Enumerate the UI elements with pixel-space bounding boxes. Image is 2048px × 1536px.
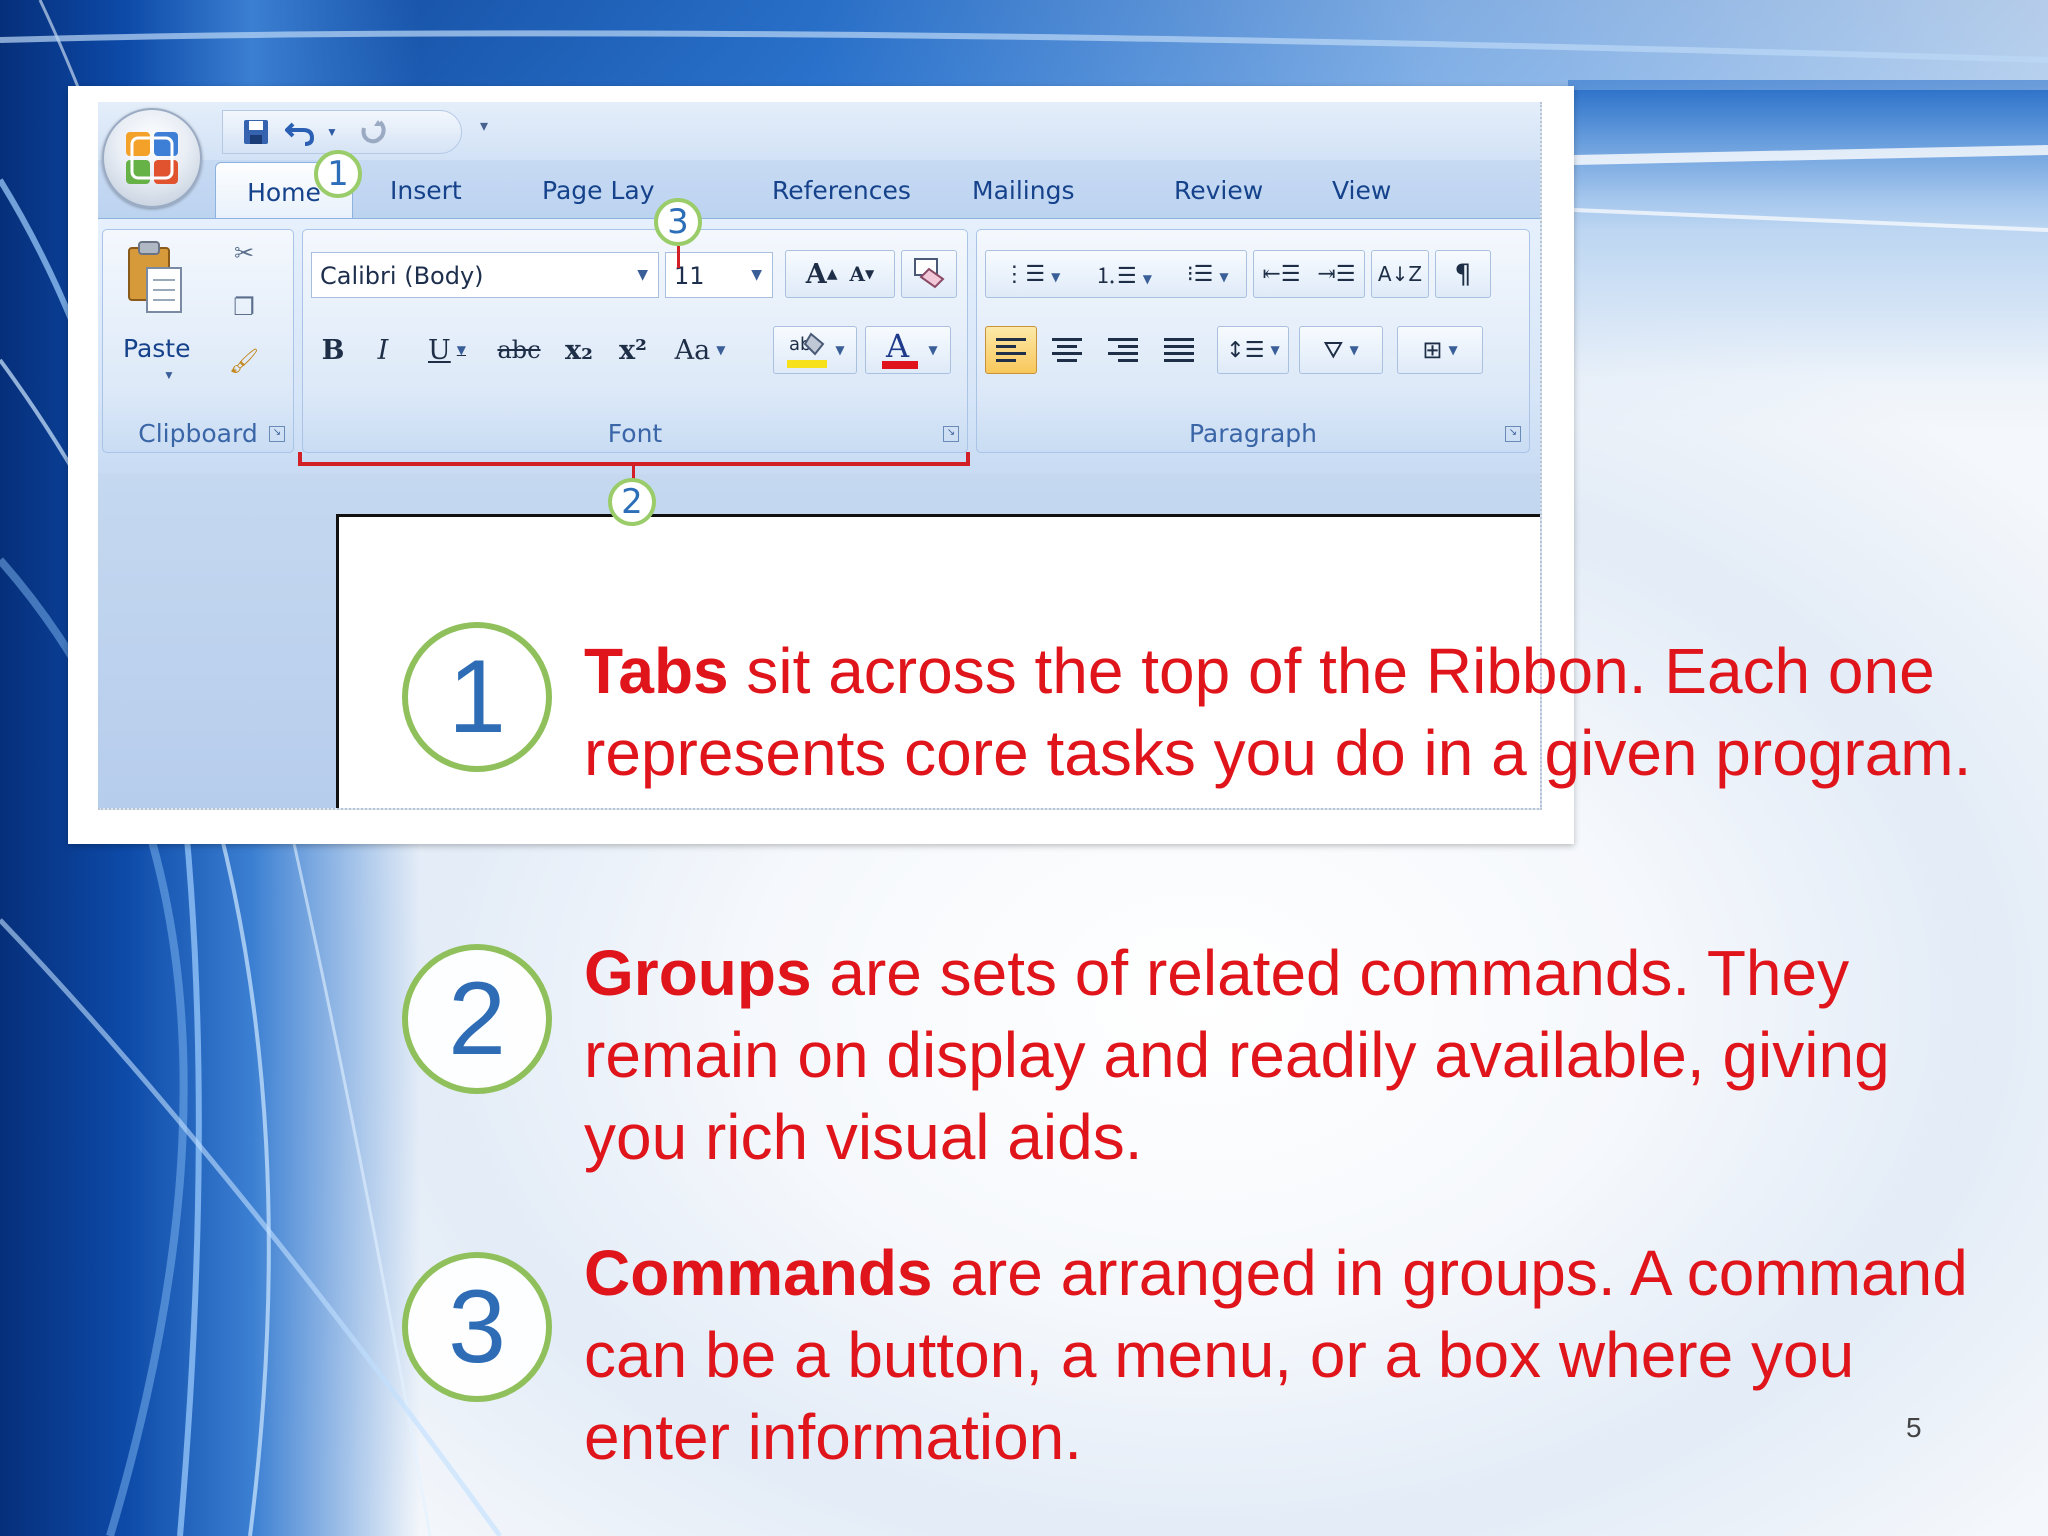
font-group: Calibri (Body) ▼ 11 ▼ A ▲ A ▼ B I U ▼ abc — [302, 229, 968, 453]
highlight-button[interactable]: ab ▼ — [773, 326, 857, 374]
grow-shrink-font-buttons: A ▲ A ▼ — [785, 250, 895, 298]
tab-references[interactable]: References — [772, 176, 911, 205]
borders-icon[interactable]: ⊞ ▼ — [1397, 326, 1483, 374]
callout-1: 1 — [314, 150, 362, 198]
undo-icon[interactable] — [285, 117, 315, 147]
item-2-number: 2 — [402, 944, 552, 1094]
font-dialog-launcher[interactable]: ↘ — [943, 426, 959, 442]
cut-icon[interactable]: ✂ — [227, 236, 261, 270]
tab-view[interactable]: View — [1332, 176, 1391, 205]
paragraph-dialog-launcher[interactable]: ↘ — [1505, 426, 1521, 442]
clipboard-group: Paste ▼ ✂ ❐ 🖌 Clipboard ↘ — [102, 229, 294, 453]
office-logo-icon — [126, 132, 178, 184]
tab-home-label: Home — [247, 177, 321, 207]
grow-font-button[interactable]: A — [806, 259, 827, 290]
justify-icon[interactable] — [1153, 326, 1205, 374]
font-name-value: Calibri (Body) — [320, 262, 484, 290]
underline-button[interactable]: U ▼ — [411, 326, 483, 374]
bold-button[interactable]: B — [311, 326, 355, 374]
item-3-text: Commands are arranged in groups. A comma… — [584, 1232, 1994, 1478]
strikethrough-button[interactable]: abc — [489, 326, 549, 374]
quick-access-toolbar: ▼ — [222, 110, 462, 154]
change-case-button[interactable]: Aa ▼ — [663, 326, 737, 374]
list-buttons: ⋮☰ ▼ ⒈☰ ▼ ⁝☰ ▼ — [985, 250, 1247, 298]
item-2-text: Groups are sets of related commands. The… — [584, 932, 1994, 1178]
indent-buttons: ⇤☰ ⇥☰ — [1253, 250, 1365, 298]
numbering-icon[interactable]: ⒈☰ ▼ — [1095, 258, 1152, 290]
shrink-font-button[interactable]: A — [849, 262, 865, 286]
item-1-number: 1 — [402, 622, 552, 772]
paste-button[interactable]: Paste — [123, 334, 190, 363]
svg-text:A: A — [885, 329, 910, 365]
paste-dropdown-icon[interactable]: ▼ — [163, 368, 175, 382]
font-size-dropdown-icon[interactable]: ▼ — [751, 267, 762, 283]
tab-page-layout[interactable]: Page Lay — [542, 176, 655, 205]
item-2-term: Groups — [584, 937, 812, 1009]
paste-icon[interactable] — [125, 240, 185, 316]
office-button[interactable] — [102, 108, 202, 208]
paragraph-group: ⋮☰ ▼ ⒈☰ ▼ ⁝☰ ▼ ⇤☰ ⇥☰ A↓Z ¶ ↕☰ ▼ ⛛ ▼ ⊞ ▼ … — [976, 229, 1530, 453]
underline-dropdown-icon[interactable]: ▼ — [457, 343, 466, 357]
decrease-indent-icon[interactable]: ⇤☰ — [1262, 262, 1300, 287]
font-group-label: Font — [607, 419, 663, 448]
font-name-box[interactable]: Calibri (Body) ▼ — [311, 252, 659, 298]
align-center-icon[interactable] — [1041, 326, 1093, 374]
font-group-bracket — [298, 452, 970, 466]
ribbon: Paste ▼ ✂ ❐ 🖌 Clipboard ↘ Calibri (Body)… — [98, 218, 1540, 476]
multilevel-list-icon[interactable]: ⁝☰ ▼ — [1187, 262, 1229, 287]
superscript-button[interactable]: x² — [609, 326, 657, 374]
clipboard-dialog-launcher[interactable]: ↘ — [269, 426, 285, 442]
redo-icon[interactable] — [359, 117, 389, 147]
change-case-dropdown-icon[interactable]: ▼ — [716, 343, 725, 357]
font-color-button[interactable]: A ▼ — [865, 326, 951, 374]
undo-dropdown-icon[interactable]: ▼ — [317, 117, 347, 147]
item-3-term: Commands — [584, 1237, 933, 1309]
format-painter-icon[interactable]: 🖌 — [227, 344, 261, 378]
item-3-number: 3 — [402, 1252, 552, 1402]
highlighter-icon: ab — [787, 332, 828, 368]
callout-2: 2 — [608, 478, 656, 526]
item-1-term: Tabs — [584, 635, 729, 707]
item-1-description: sit across the top of the Ribbon. Each o… — [584, 635, 1972, 789]
callout-3: 3 — [654, 198, 702, 246]
underline-label: U — [428, 334, 451, 366]
subscript-button[interactable]: x₂ — [555, 326, 603, 374]
highlight-dropdown-icon[interactable]: ▼ — [835, 343, 844, 357]
save-icon[interactable] — [241, 117, 271, 147]
font-name-dropdown-icon[interactable]: ▼ — [637, 267, 648, 283]
clear-formatting-icon[interactable] — [901, 250, 957, 298]
copy-icon[interactable]: ❐ — [227, 290, 261, 324]
clipboard-group-label: Clipboard — [138, 419, 258, 448]
show-marks-icon[interactable]: ¶ — [1435, 250, 1491, 298]
callout-3-pointer — [677, 246, 680, 268]
font-color-dropdown-icon[interactable]: ▼ — [928, 343, 937, 357]
increase-indent-icon[interactable]: ⇥☰ — [1317, 262, 1355, 287]
align-right-icon[interactable] — [1097, 326, 1149, 374]
bullets-icon[interactable]: ⋮☰ ▼ — [1003, 262, 1060, 287]
shrink-font-arrow-icon: ▼ — [865, 267, 875, 281]
sort-icon[interactable]: A↓Z — [1371, 250, 1429, 298]
font-color-icon: A — [882, 329, 919, 369]
font-size-box[interactable]: 11 ▼ — [665, 252, 773, 298]
customize-toolbar-icon[interactable]: ▾ — [480, 116, 488, 136]
paragraph-group-label: Paragraph — [1188, 419, 1318, 448]
line-spacing-icon[interactable]: ↕☰ ▼ — [1217, 326, 1289, 374]
change-case-label: Aa — [674, 334, 711, 366]
shading-icon[interactable]: ⛛ ▼ — [1299, 326, 1383, 374]
tab-insert[interactable]: Insert — [390, 176, 462, 205]
tab-review[interactable]: Review — [1174, 176, 1263, 205]
grow-font-arrow-icon: ▲ — [826, 266, 838, 282]
italic-button[interactable]: I — [361, 326, 405, 374]
item-1-text: Tabs sit across the top of the Ribbon. E… — [584, 630, 1994, 794]
tab-mailings[interactable]: Mailings — [972, 176, 1074, 205]
align-left-icon[interactable] — [985, 326, 1037, 374]
title-bar: ▼ ▾ — [98, 102, 1540, 160]
